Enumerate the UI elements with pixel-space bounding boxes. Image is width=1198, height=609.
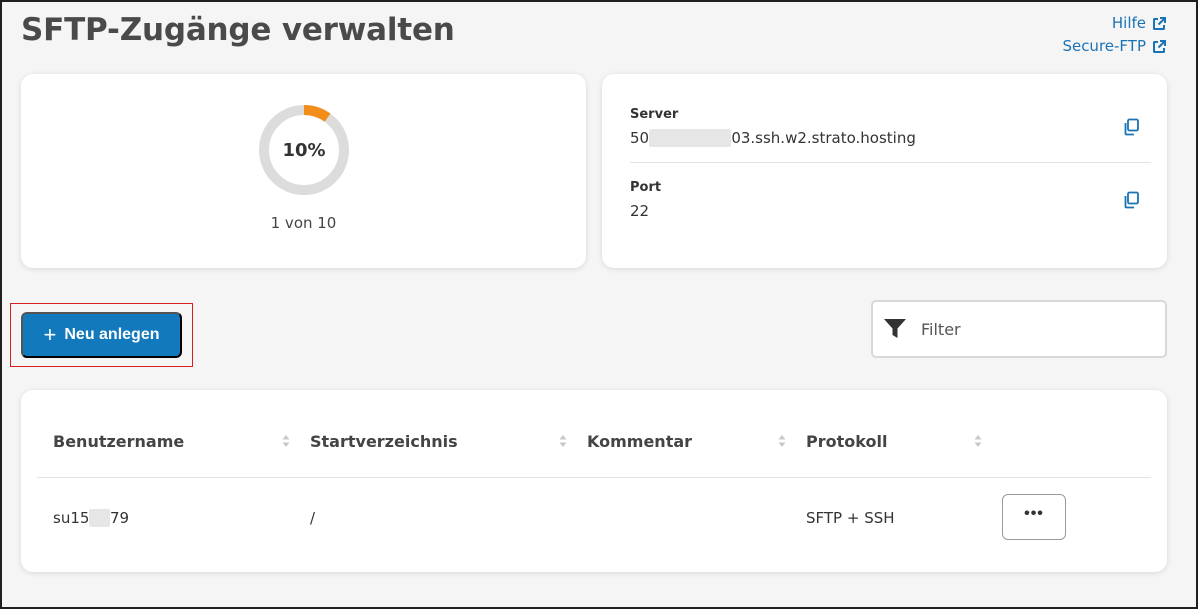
filter-icon bbox=[884, 319, 906, 338]
cell-username: su15XX79 bbox=[53, 509, 129, 527]
secure-ftp-link[interactable]: Secure-FTP bbox=[1062, 35, 1166, 58]
cell-username-prefix: su15 bbox=[53, 509, 90, 527]
server-divider bbox=[630, 162, 1151, 163]
port-value: 22 bbox=[630, 202, 650, 220]
server-info-card: Server 50XXXXXXXX03.ssh.w2.strato.hostin… bbox=[602, 74, 1167, 268]
redacted-segment: XXXXXXXX bbox=[649, 129, 732, 147]
sort-icon[interactable] bbox=[282, 434, 290, 448]
server-value-prefix: 50 bbox=[630, 129, 650, 147]
sort-icon[interactable] bbox=[778, 434, 786, 448]
cell-start-dir: / bbox=[310, 509, 316, 527]
new-access-button[interactable]: + Neu anlegen bbox=[21, 312, 182, 358]
server-value-suffix: 03.ssh.w2.strato.hosting bbox=[731, 129, 916, 147]
table-header-divider bbox=[37, 477, 1151, 478]
column-header-start-dir[interactable]: Startverzeichnis bbox=[310, 432, 458, 451]
new-access-button-label: Neu anlegen bbox=[64, 326, 160, 343]
sort-icon[interactable] bbox=[559, 434, 567, 448]
copy-port-icon[interactable] bbox=[1122, 191, 1140, 209]
row-actions-button[interactable]: ••• bbox=[1002, 494, 1066, 540]
copy-server-icon[interactable] bbox=[1122, 118, 1140, 136]
external-link-icon bbox=[1153, 16, 1166, 30]
server-label: Server bbox=[630, 107, 679, 122]
plus-icon: + bbox=[43, 322, 57, 347]
usage-count: 1 von 10 bbox=[270, 214, 337, 232]
app-frame: SFTP-Zugänge verwalten Hilfe Secure-FTP … bbox=[0, 0, 1198, 609]
usage-percent: 10% bbox=[282, 139, 326, 161]
column-header-username[interactable]: Benutzername bbox=[53, 432, 184, 451]
cell-username-suffix: 79 bbox=[109, 509, 130, 527]
cell-protocol: SFTP + SSH bbox=[806, 509, 895, 527]
server-value: 50XXXXXXXX03.ssh.w2.strato.hosting bbox=[630, 129, 916, 147]
column-header-comment[interactable]: Kommentar bbox=[587, 432, 692, 451]
sort-icon[interactable] bbox=[974, 434, 982, 448]
help-link[interactable]: Hilfe bbox=[1062, 12, 1166, 35]
filter-field[interactable] bbox=[871, 300, 1167, 358]
redacted-segment: XX bbox=[89, 509, 110, 527]
port-label: Port bbox=[630, 180, 662, 195]
column-header-protocol[interactable]: Protokoll bbox=[806, 432, 887, 451]
external-link-icon bbox=[1153, 39, 1166, 53]
page-title: SFTP-Zugänge verwalten bbox=[21, 12, 455, 48]
top-links: Hilfe Secure-FTP bbox=[1062, 12, 1166, 58]
usage-card: 10% 1 von 10 bbox=[21, 74, 586, 268]
filter-input[interactable] bbox=[921, 319, 1141, 339]
secure-ftp-link-label: Secure-FTP bbox=[1062, 37, 1146, 55]
help-link-label: Hilfe bbox=[1111, 14, 1146, 32]
accounts-table: Benutzername Startverzeichnis Kommentar … bbox=[21, 390, 1167, 572]
